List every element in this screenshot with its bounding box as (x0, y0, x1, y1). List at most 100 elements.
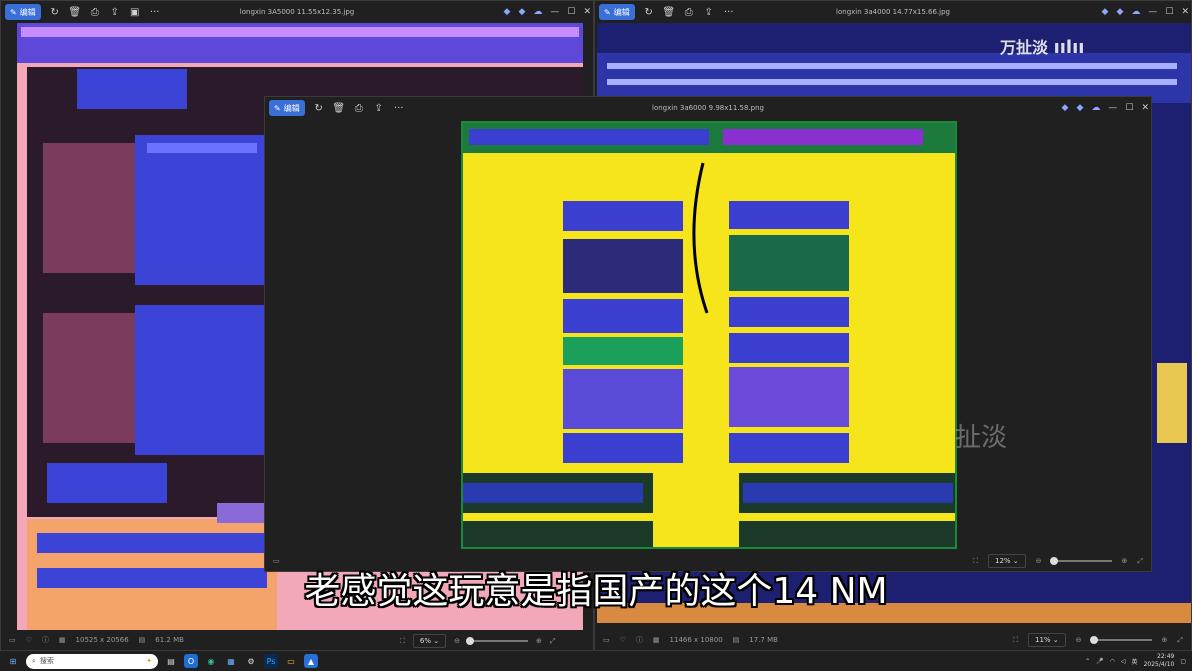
watermark-center: 扯淡 (955, 423, 1008, 453)
print-icon[interactable]: ⎙ (679, 3, 699, 21)
wifi-icon[interactable]: ◠ (1110, 658, 1115, 665)
minimize-button[interactable]: — (550, 7, 559, 17)
rotate-icon[interactable]: ↻ (309, 99, 329, 117)
center-window-title: longxin 3a6000 9.98x11.58.png (652, 104, 764, 112)
fullscreen-icon[interactable]: ⤢ (550, 637, 556, 646)
copilot-icon: ✦ (146, 657, 152, 665)
share-icon[interactable]: ⇪ (369, 99, 389, 117)
favorite-icon[interactable]: ♡ (620, 636, 626, 644)
right-edit-button[interactable]: ✎ 编辑 (599, 4, 635, 20)
center-chip-die (463, 123, 955, 547)
share-icon[interactable]: ⇪ (699, 3, 719, 21)
language-indicator[interactable]: 英 (1132, 657, 1138, 666)
outlook-icon[interactable]: O (184, 654, 198, 668)
zoom-in-icon[interactable]: ⊕ (536, 637, 542, 645)
clock[interactable]: 22:49 2025/4/10 (1144, 653, 1175, 669)
clipchamp-icon[interactable]: ◆ (1116, 7, 1123, 17)
onedrive-icon[interactable]: ☁ (1091, 103, 1100, 113)
fit-icon[interactable]: ⛶ (1013, 636, 1018, 645)
more-icon[interactable]: ··· (389, 99, 409, 117)
task-view-icon[interactable]: ▤ (164, 654, 178, 668)
right-titlebar: ✎ 编辑 ↻ 🗑 ⎙ ⇪ ··· longxin 3a4000 14.77x15.… (595, 1, 1191, 23)
start-icon[interactable]: ⊞ (6, 654, 20, 668)
photos-icon[interactable]: ▲ (304, 654, 318, 668)
search-icon: ⌕ (32, 656, 36, 665)
notification-icon[interactable]: ▢ (1180, 658, 1186, 665)
delete-icon[interactable]: 🗑 (329, 99, 349, 117)
right-footer: ▭ ♡ ⓘ ▦ 11466 x 10800 ▤ 17.7 MB ⛶ 11% ⌄ … (595, 630, 1191, 650)
left-zoom-slider[interactable] (465, 637, 528, 645)
dimensions-icon: ▦ (652, 636, 660, 644)
more-icon[interactable]: ··· (145, 3, 165, 21)
minimize-button[interactable]: — (1148, 7, 1157, 17)
minimize-button[interactable]: — (1108, 103, 1117, 113)
volume-icon[interactable]: ◁ (1121, 658, 1126, 665)
photoshop-icon[interactable]: Ps (264, 654, 278, 668)
rotate-icon[interactable]: ↻ (639, 3, 659, 21)
close-button[interactable]: ✕ (1181, 7, 1189, 17)
more-icon[interactable]: ··· (719, 3, 739, 21)
onedrive-icon[interactable]: ☁ (533, 7, 542, 17)
zoom-out-icon[interactable]: ⊖ (1076, 636, 1082, 644)
info-icon[interactable]: ⓘ (636, 635, 643, 645)
slider-thumb[interactable] (1089, 636, 1098, 644)
edit-icon: ✎ (604, 7, 611, 17)
edge-icon[interactable]: ◉ (204, 654, 218, 668)
onedrive-icon[interactable]: ☁ (1131, 7, 1140, 17)
maximize-button[interactable]: ☐ (1165, 7, 1173, 17)
fullscreen-icon[interactable]: ⤢ (1177, 636, 1183, 645)
filesize-icon: ▤ (732, 636, 740, 644)
taskbar: ⊞ ⌕ 搜索 ✦ ▤ O ◉ ▦ ⚙ Ps ▭ ▲ ⌃ 🎤 ◠ ◁ 英 22:49 2… (0, 651, 1192, 671)
left-titlebar: ✎ 编辑 ↻ 🗑 ⎙ ⇪ ▣ ··· longxin 3A5000 11.55x1… (1, 1, 593, 23)
print-icon[interactable]: ⎙ (85, 3, 105, 21)
dimensions-icon: ▦ (58, 636, 66, 644)
microphone-icon[interactable]: 🎤 (1096, 658, 1103, 665)
rotate-icon[interactable]: ↻ (45, 3, 65, 21)
favorite-icon[interactable]: ♡ (26, 636, 32, 644)
edit-icon: ✎ (274, 103, 281, 113)
left-filesize: 61.2 MB (155, 636, 184, 644)
left-edit-button[interactable]: ✎ 编辑 (5, 4, 41, 20)
right-zoom-select[interactable]: 11% ⌄ (1027, 633, 1066, 647)
left-zoom-controls: ⛶ 6% ⌄ ⊖ ⊕ ⤢ (400, 631, 555, 651)
chevron-up-icon[interactable]: ⌃ (1085, 658, 1090, 665)
left-zoom-select[interactable]: 6% ⌄ (412, 634, 447, 648)
delete-icon[interactable]: 🗑 (65, 3, 85, 21)
watermark-top: 万扯淡 ıılıı (1000, 37, 1085, 58)
filmstrip-icon[interactable]: ▭ (9, 636, 16, 644)
close-button[interactable]: ✕ (1141, 103, 1149, 113)
fit-icon[interactable]: ⛶ (400, 637, 405, 646)
settings-icon[interactable]: ⚙ (244, 654, 258, 668)
maximize-button[interactable]: ☐ (1125, 103, 1133, 113)
clipchamp-icon[interactable]: ◆ (1076, 103, 1083, 113)
maximize-button[interactable]: ☐ (567, 7, 575, 17)
slider-thumb[interactable] (465, 637, 474, 645)
slideshow-icon[interactable]: ▣ (125, 3, 145, 21)
center-edit-button[interactable]: ✎ 编辑 (269, 100, 305, 116)
system-tray: ⌃ 🎤 ◠ ◁ 英 22:49 2025/4/10 ▢ (1085, 651, 1186, 671)
print-icon[interactable]: ⎙ (349, 99, 369, 117)
file-explorer-icon[interactable]: ▭ (284, 654, 298, 668)
edit-app-icon[interactable]: ◆ (504, 7, 511, 17)
filesize-icon: ▤ (138, 636, 146, 644)
delete-icon[interactable]: 🗑 (659, 3, 679, 21)
edit-app-icon[interactable]: ◆ (1062, 103, 1069, 113)
edit-icon: ✎ (10, 7, 17, 17)
close-button[interactable]: ✕ (583, 7, 591, 17)
taskbar-search[interactable]: ⌕ 搜索 ✦ (26, 653, 158, 669)
left-window-title: longxin 3A5000 11.55x12.35.jpg (239, 8, 355, 16)
filmstrip-icon[interactable]: ▭ (603, 636, 610, 644)
center-photo-window[interactable]: ✎ 编辑 ↻ 🗑 ⎙ ⇪ ··· longxin 3a6000 9.98x11.5… (264, 96, 1152, 572)
right-filesize: 17.7 MB (749, 636, 778, 644)
store-icon[interactable]: ▦ (224, 654, 238, 668)
right-zoom-slider[interactable] (1089, 636, 1152, 644)
right-dimensions: 11466 x 10800 (669, 636, 723, 644)
zoom-out-icon[interactable]: ⊖ (454, 637, 460, 645)
info-icon[interactable]: ⓘ (42, 635, 49, 645)
center-chip-image (461, 121, 957, 549)
zoom-in-icon[interactable]: ⊕ (1162, 636, 1168, 644)
clipchamp-icon[interactable]: ◆ (518, 7, 525, 17)
share-icon[interactable]: ⇪ (105, 3, 125, 21)
right-window-title: longxin 3a4000 14.77x15.66.jpg (836, 8, 950, 16)
edit-app-icon[interactable]: ◆ (1102, 7, 1109, 17)
